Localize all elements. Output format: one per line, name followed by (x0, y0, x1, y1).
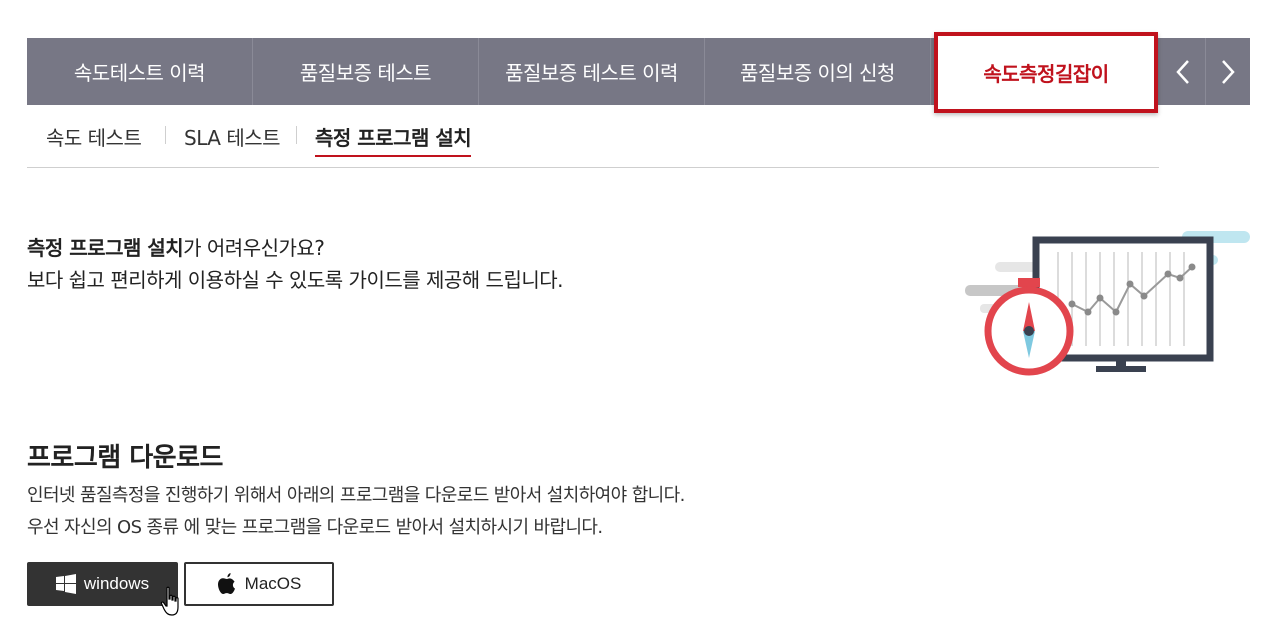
tab-quality-test-history[interactable]: 품질보증 테스트 이력 (479, 38, 705, 105)
chevron-left-icon (1176, 59, 1189, 84)
tab-prev-button[interactable] (1161, 38, 1206, 105)
tab-next-button[interactable] (1206, 38, 1250, 105)
tab-quality-test[interactable]: 품질보증 테스트 (253, 38, 479, 105)
subtab-sla-test[interactable]: SLA 테스트 (184, 122, 281, 151)
apple-icon (217, 573, 235, 594)
windows-button-label: windows (83, 574, 150, 593)
intro-line1: 가 어려우신가요? (183, 236, 325, 260)
intro-line2: 보다 쉽고 편리하게 이용하실 수 있도록 가이드를 제공해 드립니다. (27, 268, 564, 292)
download-desc-line1: 인터넷 품질측정을 진행하기 위해서 아래의 프로그램을 다운로드 받아서 설치… (27, 485, 685, 506)
tab-speed-guide[interactable]: 속도측정길잡이 (934, 32, 1158, 113)
windows-icon (55, 574, 76, 594)
windows-download-button[interactable]: windows (27, 562, 178, 606)
hand-cursor-icon (160, 586, 179, 616)
speed-measure-illustration (965, 231, 1250, 376)
top-tab-bar: 속도테스트 이력 품질보증 테스트 품질보증 테스트 이력 품질보증 이의 신청… (27, 32, 1250, 113)
download-description: 인터넷 품질측정을 진행하기 위해서 아래의 프로그램을 다운로드 받아서 설치… (27, 480, 685, 544)
intro-text: 측정 프로그램 설치가 어려우신가요? 보다 쉽고 편리하게 이용하실 수 있도… (27, 232, 564, 296)
subtab-speed-test[interactable]: 속도 테스트 (46, 122, 142, 151)
download-title: 프로그램 다운로드 (27, 443, 223, 473)
subtab-divider (165, 126, 166, 144)
sub-tab-bar: 속도 테스트 SLA 테스트 측정 프로그램 설치 (27, 106, 1159, 168)
macos-button-label: MacOS (244, 574, 302, 593)
tab-speed-test-history[interactable]: 속도테스트 이력 (27, 38, 253, 105)
chevron-right-icon (1222, 59, 1235, 84)
macos-download-button[interactable]: MacOS (184, 562, 334, 606)
tab-quality-objection[interactable]: 품질보증 이의 신청 (705, 38, 931, 105)
intro-bold: 측정 프로그램 설치 (27, 236, 184, 260)
subtab-divider (296, 126, 297, 144)
download-desc-line2: 우선 자신의 OS 종류 에 맞는 프로그램을 다운로드 받아서 설치하시기 바… (27, 517, 603, 538)
subtab-install-program[interactable]: 측정 프로그램 설치 (315, 122, 472, 157)
